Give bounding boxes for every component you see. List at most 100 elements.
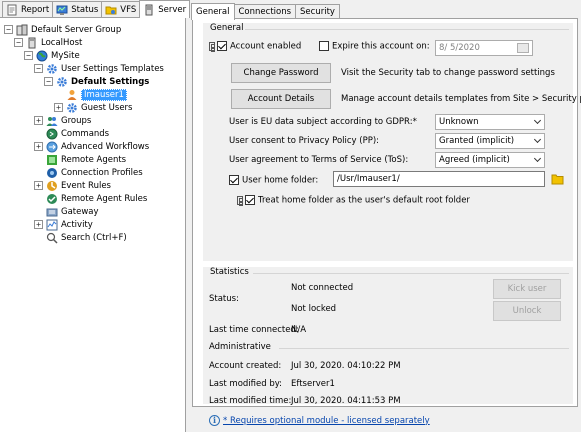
statistics-group: Statistics Status: Not connected Not loc… [203,267,573,406]
tree-label: Groups [61,115,92,126]
expire-date-value: 8/ 5/2020 [439,43,480,53]
collapse-icon[interactable]: − [4,25,13,34]
workflow-icon [46,141,58,152]
created-value: Jul 30, 2020. 04:10:22 PM [291,361,401,371]
tree-node-remote-agents[interactable]: Remote Agents [46,153,126,166]
account-enabled-checkbox[interactable] [217,41,227,51]
tab-security[interactable]: Security [295,4,340,19]
expand-icon[interactable]: + [34,220,43,229]
tab-general[interactable]: General [191,3,235,20]
collapse-icon[interactable]: − [44,77,53,86]
tree-node-localhost[interactable]: − LocalHost [14,36,82,49]
groups-icon [46,116,58,126]
chevron-down-icon [533,135,542,144]
tree-node-remote-agent-rules[interactable]: Remote Agent Rules [46,192,147,205]
tab-server[interactable]: Server [139,0,191,18]
vfs-icon [105,6,117,14]
tree-label: MySite [51,50,80,61]
general-group-title: General [209,23,245,33]
calendar-icon[interactable] [517,43,529,53]
change-password-hint: Visit the Security tab to change passwor… [341,68,555,78]
modified-by-label: Last modified by: [209,379,282,389]
chevron-down-icon [533,116,542,125]
status-icon [56,5,68,15]
tree-node-search[interactable]: Search (Ctrl+F) [46,231,127,244]
lock-icon[interactable] [237,195,243,206]
tree-node-user-imauser1[interactable]: Imauser1 [66,88,127,101]
account-details-button[interactable]: Account Details [231,89,331,109]
admin-divider [279,348,569,349]
remote-agent-rules-icon [47,193,57,204]
privacy-select[interactable]: Granted (implicit) [435,133,545,149]
expire-date-picker[interactable]: 8/ 5/2020 [435,40,533,56]
last-connected-value: N/A [291,325,307,335]
license-note-link[interactable]: * Requires optional module - licensed se… [223,416,430,426]
administrative-title: Administrative [209,342,271,352]
tree-node-event-rules[interactable]: + Event Rules [34,179,111,192]
user-settings-pane: General Connections Security General Acc… [191,0,581,432]
tree-node-default-server-group[interactable]: − Default Server Group [4,23,121,36]
last-connected-label: Last time connected: [209,325,299,335]
collapse-icon[interactable]: − [34,64,43,73]
server-icon [28,37,36,48]
lock-icon[interactable] [209,41,215,52]
modified-by-value: Eftserver1 [291,379,335,389]
server-group-icon [16,24,28,35]
gear-icon [67,102,77,113]
general-group: General Account enabled Expire this acco… [203,23,581,261]
tree-node-connection-profiles[interactable]: Connection Profiles [46,166,143,179]
collapse-icon[interactable]: − [24,51,33,60]
expire-label: Expire this account on: [332,41,430,52]
tree-node-gateway[interactable]: Gateway [46,205,99,218]
tree-node-groups[interactable]: + Groups [34,114,91,127]
tree-node-user-settings-templates[interactable]: − User Settings Templates [34,62,164,75]
account-details-hint: Manage account details templates from Si… [341,94,581,104]
tree-node-mysite[interactable]: − MySite [24,49,80,62]
tree-label: Activity [61,219,93,230]
collapse-icon[interactable]: − [14,38,23,47]
expand-icon[interactable]: + [34,142,43,151]
chevron-down-icon [533,154,542,163]
remote-agent-icon [47,154,57,165]
treat-home-row: Treat home folder as the user's default … [237,195,470,206]
expand-icon[interactable]: + [54,103,63,112]
account-enabled-row: Account enabled [209,41,301,52]
tree-node-activity[interactable]: + Activity [34,218,93,231]
tos-label: User agreement to Terms of Service (ToS)… [229,155,409,165]
treat-home-checkbox[interactable] [245,195,255,205]
kick-user-button[interactable]: Kick user [493,279,561,299]
gdpr-label: User is EU data subject according to GDP… [229,117,417,127]
statistics-group-title: Statistics [209,267,250,277]
globe-icon [36,50,48,61]
created-label: Account created: [209,361,282,371]
expire-checkbox[interactable] [319,41,329,51]
tree-label: Remote Agent Rules [61,193,148,204]
expand-icon[interactable]: + [34,181,43,190]
home-folder-input[interactable]: /Usr/Imauser1/ [333,171,545,187]
home-folder-checkbox[interactable] [229,175,239,185]
change-password-button[interactable]: Change Password [231,63,331,83]
tab-vfs[interactable]: VFS [101,1,141,17]
folder-icon[interactable] [551,173,564,185]
unlock-button[interactable]: Unlock [493,301,561,321]
tab-report[interactable]: Report [2,1,54,17]
privacy-label: User consent to Privacy Policy (PP): [229,136,380,146]
tree-label: Gateway [61,206,99,217]
treat-home-label: Treat home folder as the user's default … [258,195,470,206]
gdpr-select[interactable]: Unknown [435,114,545,130]
tree-label: Default Settings [71,76,150,87]
tree-node-commands[interactable]: Commands [46,127,109,140]
tree-node-default-settings[interactable]: − Default Settings [44,75,149,88]
tree-node-guest-users[interactable]: + Guest Users [54,101,132,114]
gear-icon [47,63,57,74]
tab-status[interactable]: Status [52,1,103,17]
tree-node-advanced-workflows[interactable]: + Advanced Workflows [34,140,149,153]
tos-select[interactable]: Agreed (implicit) [435,152,545,168]
expand-icon[interactable]: + [34,116,43,125]
tab-connections[interactable]: Connections [233,4,297,19]
tab-status-label: Status [71,4,99,15]
search-icon [46,232,58,244]
report-icon [7,4,17,15]
settings-tab-strip: General Connections Security [191,2,340,20]
event-rules-icon [47,180,57,191]
